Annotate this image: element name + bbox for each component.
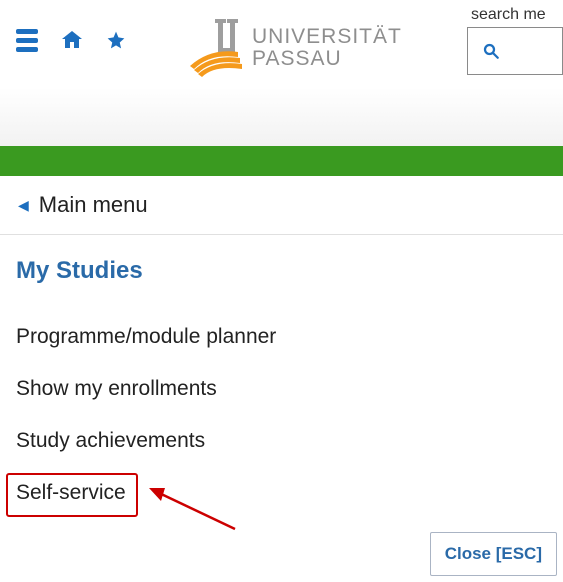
menu-icon[interactable] [16,29,38,52]
section-title: My Studies [16,257,547,285]
menu-item-programme-planner[interactable]: Programme/module planner [16,311,276,363]
menu-list: Programme/module planner Show my enrollm… [16,311,547,519]
menu-item-study-achievements[interactable]: Study achievements [16,415,205,467]
breadcrumb-label: Main menu [39,192,148,218]
logo-text: UNIVERSITÄT PASSAU [252,26,402,70]
logo-mark-icon [190,18,260,78]
header: UNIVERSITÄT PASSAU search me [0,0,563,146]
search-input[interactable] [467,27,563,75]
search-area: search me [467,6,563,75]
home-icon[interactable] [60,28,84,52]
green-accent-bar [0,146,563,176]
chevron-left-icon: ◀ [18,197,29,214]
menu-item-self-service[interactable]: Self-service [16,467,126,519]
search-label: search me [471,6,546,24]
main-content: My Studies Programme/module planner Show… [0,235,563,519]
header-icons [16,28,126,52]
logo-line2: PASSAU [252,48,402,70]
menu-item-show-enrollments[interactable]: Show my enrollments [16,363,217,415]
breadcrumb[interactable]: ◀ Main menu [0,176,563,235]
logo-line1: UNIVERSITÄT [252,26,402,48]
search-icon [482,42,500,60]
star-icon[interactable] [106,30,126,50]
university-logo[interactable]: UNIVERSITÄT PASSAU [190,18,402,78]
close-button[interactable]: Close [ESC] [430,532,557,576]
